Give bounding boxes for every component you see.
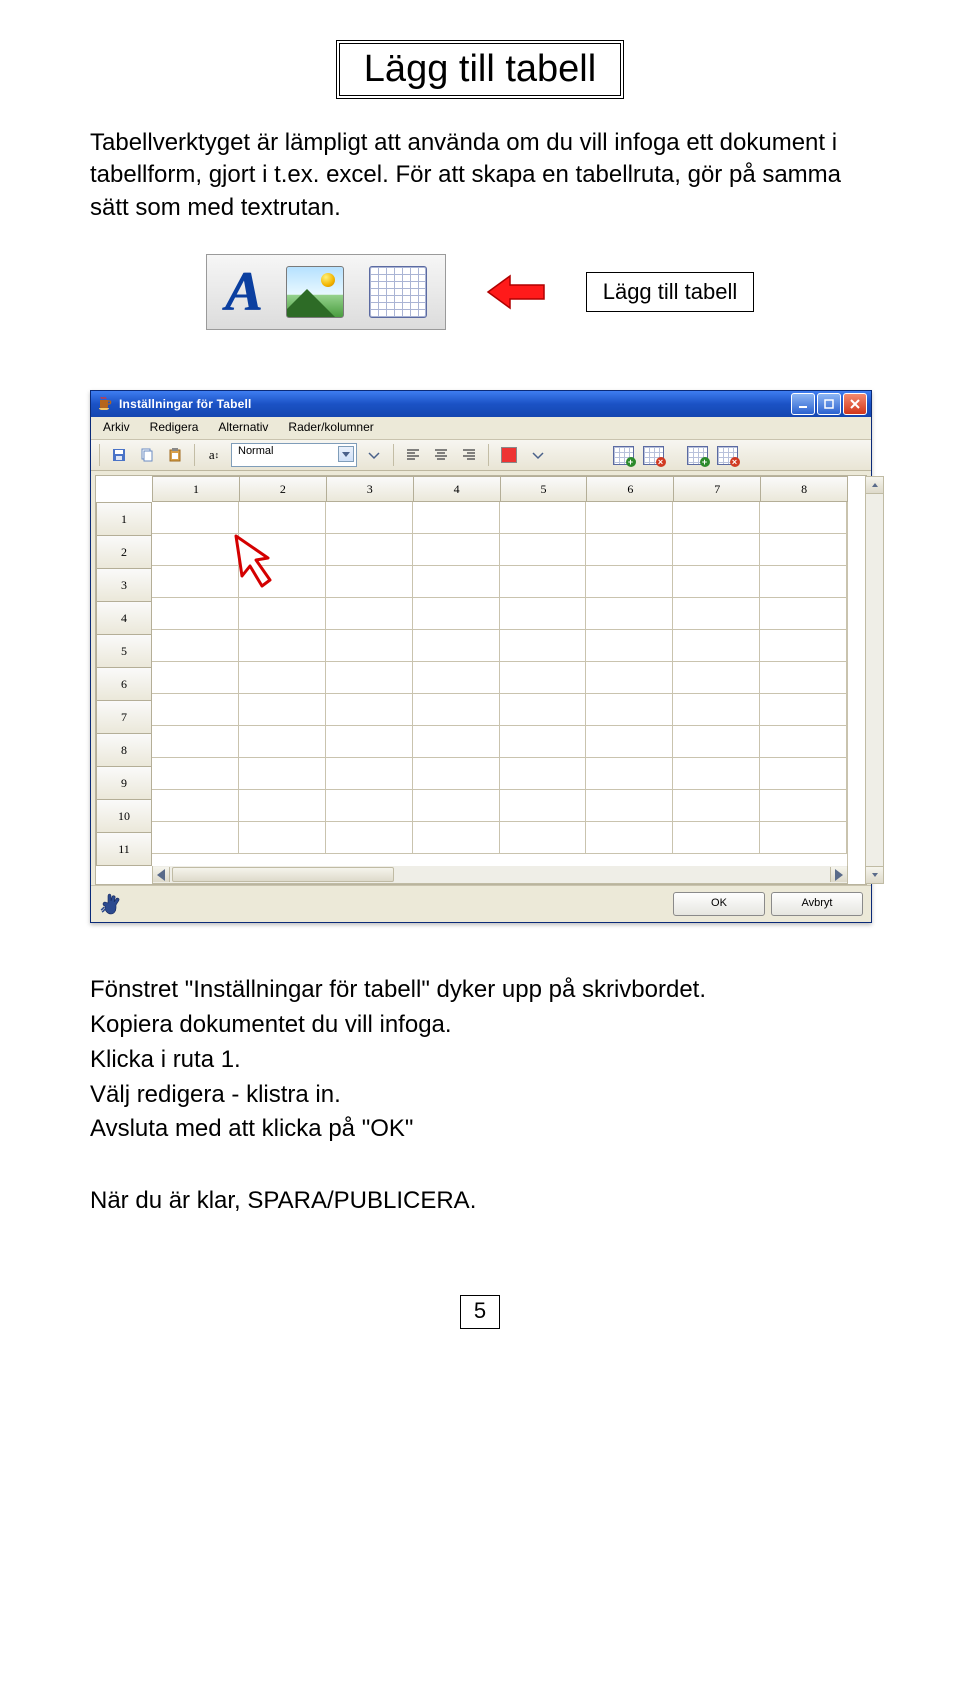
font-size-icon[interactable]: a↕ [203,444,225,466]
scroll-down-icon[interactable] [866,866,883,883]
menu-arkiv[interactable]: Arkiv [93,417,140,439]
outro-line: Välj redigera - klistra in. [90,1078,870,1113]
remove-column-icon[interactable]: × [641,445,665,465]
paste-icon[interactable] [164,444,186,466]
col-header[interactable]: 4 [414,476,501,502]
add-row-icon[interactable]: + [685,445,709,465]
col-header[interactable]: 7 [674,476,761,502]
copy-icon[interactable] [136,444,158,466]
row-header[interactable]: 10 [96,800,152,833]
window-title: Inställningar för Tabell [119,397,252,411]
menu-redigera[interactable]: Redigera [140,417,209,439]
row-header[interactable]: 6 [96,668,152,701]
picture-tool-icon [286,266,344,318]
toolbar: a↕ Normal + × + × [91,440,871,471]
final-note: När du är klar, SPARA/PUBLICERA. [90,1187,870,1215]
vertical-scrollbar[interactable] [865,476,884,884]
page-title: Lägg till tabell [336,40,624,99]
menu-alternativ[interactable]: Alternativ [208,417,278,439]
ok-button[interactable]: OK [673,892,765,916]
outro-line: Kopiera dokumentet du vill infoga. [90,1008,870,1043]
chevron-down-icon[interactable] [363,444,385,466]
dialog-button-bar: OK Avbryt [91,885,871,922]
row-header[interactable]: 7 [96,701,152,734]
row-header[interactable]: 4 [96,602,152,635]
settings-window: Inställningar för Tabell Arkiv Redigera … [90,390,872,923]
col-header[interactable]: 8 [761,476,848,502]
col-header[interactable]: 6 [587,476,674,502]
add-column-icon[interactable]: + [611,445,635,465]
cursor-pointer-icon [232,532,296,592]
chevron-down-icon[interactable] [527,444,549,466]
page-number: 5 [460,1295,500,1329]
remove-row-icon[interactable]: × [715,445,739,465]
row-header[interactable]: 8 [96,734,152,767]
save-icon[interactable] [108,444,130,466]
menu-bar: Arkiv Redigera Alternativ Rader/kolumner [91,417,871,440]
col-header[interactable]: 2 [240,476,327,502]
outro-line: Fönstret "Inställningar för tabell" dyke… [90,973,870,1008]
row-header[interactable]: 3 [96,569,152,602]
column-headers: 1 2 3 4 5 6 7 8 [152,476,848,502]
toolbar-figure: A Lägg till tabell [90,254,870,330]
col-header[interactable]: 1 [152,476,240,502]
row-headers: 1 2 3 4 5 6 7 8 9 10 11 [96,502,152,866]
align-right-icon[interactable] [458,444,480,466]
row-header[interactable]: 11 [96,833,152,866]
maximize-button[interactable] [817,393,841,415]
scroll-left-icon[interactable] [153,867,170,882]
cancel-button[interactable]: Avbryt [771,892,863,916]
text-tool-icon: A [225,260,262,324]
scroll-right-icon[interactable] [830,867,847,882]
fill-color-icon[interactable] [497,445,521,465]
table-grid[interactable] [152,502,848,866]
table-tool-icon [369,266,427,318]
row-header[interactable]: 2 [96,536,152,569]
scroll-thumb[interactable] [172,867,394,882]
outro-line: Avsluta med att klicka på "OK" [90,1112,870,1147]
menu-rader-kolumner[interactable]: Rader/kolumner [278,417,383,439]
callout-label: Lägg till tabell [586,272,755,312]
app-icon [97,396,113,412]
style-dropdown[interactable]: Normal [231,443,357,467]
outro-text: Fönstret "Inställningar för tabell" dyke… [90,973,870,1147]
align-center-icon[interactable] [430,444,452,466]
hand-icon [99,892,123,916]
close-button[interactable] [843,393,867,415]
window-titlebar: Inställningar för Tabell [91,391,871,417]
minimize-button[interactable] [791,393,815,415]
align-left-icon[interactable] [402,444,424,466]
row-header[interactable]: 5 [96,635,152,668]
row-header[interactable]: 1 [96,502,152,536]
col-header[interactable]: 3 [327,476,414,502]
pointer-arrow-icon [486,272,546,312]
col-header[interactable]: 5 [501,476,588,502]
toolbar-strip: A [206,254,446,330]
intro-text: Tabellverktyget är lämpligt att använda … [90,127,870,224]
row-header[interactable]: 9 [96,767,152,800]
scroll-up-icon[interactable] [866,477,883,494]
outro-line: Klicka i ruta 1. [90,1043,870,1078]
horizontal-scrollbar[interactable] [152,866,848,884]
